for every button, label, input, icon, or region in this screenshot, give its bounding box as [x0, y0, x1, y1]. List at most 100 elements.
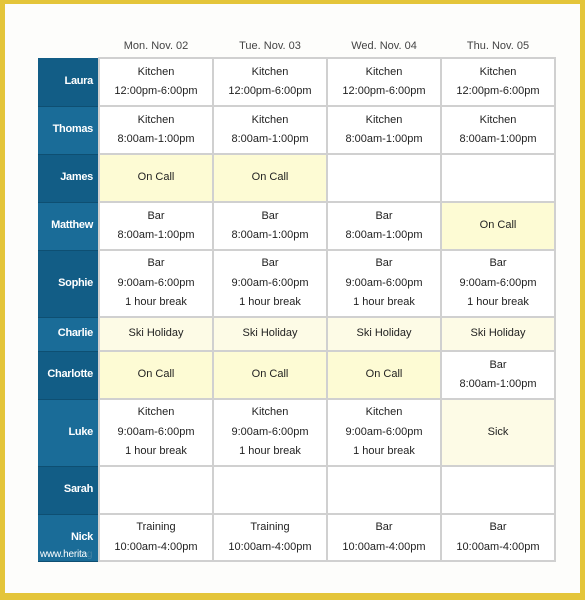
table-row: Luke Kitchen 9:00am-6:00pm 1 hour break Kitc…: [38, 398, 556, 467]
shift-line: Bar: [375, 209, 393, 222]
shift-line: Kitchen: [479, 65, 517, 78]
shift-line: 12:00pm-6:00pm: [456, 85, 540, 97]
shift-line: On Call: [479, 219, 517, 232]
shift-line: Training: [136, 521, 176, 533]
shift-cell[interactable]: On Call: [212, 153, 328, 203]
shift-line: Ski Holiday: [242, 327, 298, 340]
shift-cell[interactable]: [98, 465, 214, 515]
table-row: James On Call On Call: [38, 153, 556, 203]
shift-line: 1 hour break: [239, 445, 301, 458]
shift-line: Kitchen: [365, 65, 403, 78]
shift-line: Kitchen: [137, 113, 175, 126]
employee-name: Charlie: [38, 317, 99, 352]
shift-line: Kitchen: [365, 406, 403, 419]
shift-cell[interactable]: Kitchen 9:00am-6:00pm 1 hour break: [212, 398, 328, 467]
employee-name: Luke: [38, 399, 99, 467]
shift-cell[interactable]: Ski Holiday: [440, 316, 556, 352]
shift-cell[interactable]: Kitchen 9:00am-6:00pm 1 hour break: [98, 398, 214, 467]
shift-line: 9:00am-6:00pm: [117, 276, 195, 289]
shift-line: Kitchen: [251, 406, 289, 419]
shift-cell[interactable]: Kitchen 12:00pm-6:00pm: [98, 57, 214, 107]
shift-line: 8:00am-1:00pm: [117, 229, 195, 241]
shift-line: 1 hour break: [353, 296, 415, 309]
shift-line: 1 hour break: [353, 445, 415, 458]
table-row: Charlotte On Call On Call On Call Bar 8:00am-…: [38, 350, 556, 400]
shift-line: 10:00am-4:00pm: [114, 540, 198, 553]
shift-cell[interactable]: Bar 10:00am-4:00pm: [326, 513, 442, 562]
shift-line: Kitchen: [137, 406, 175, 419]
table-row: Thomas Kitchen 8:00am-1:00pm Kitchen 8:00am-…: [38, 105, 556, 155]
shift-line: 8:00am-1:00pm: [459, 133, 537, 145]
day-header: Wed. Nov. 04: [351, 40, 417, 52]
table-row: Nick Training 10:00am-4:00pm Training 10:00a…: [38, 513, 556, 562]
shift-cell[interactable]: Bar 8:00am-1:00pm: [212, 201, 328, 251]
shift-line: 8:00am-1:00pm: [459, 378, 537, 390]
employee-name: Charlotte: [38, 351, 99, 400]
shift-cell[interactable]: Kitchen 12:00pm-6:00pm: [326, 57, 442, 107]
shift-cell[interactable]: On Call: [326, 350, 442, 400]
shift-cell[interactable]: [326, 465, 442, 515]
shift-line: 1 hour break: [125, 296, 187, 309]
shift-line: 9:00am-6:00pm: [231, 425, 309, 438]
shift-cell[interactable]: [440, 153, 556, 203]
shift-cell[interactable]: Kitchen 8:00am-1:00pm: [212, 105, 328, 155]
shift-line: Bar: [147, 209, 165, 222]
shift-cell[interactable]: Kitchen 9:00am-6:00pm 1 hour break: [326, 398, 442, 467]
shift-cell[interactable]: Ski Holiday: [326, 316, 442, 352]
shift-cell[interactable]: Kitchen 12:00pm-6:00pm: [212, 57, 328, 107]
shift-line: On Call: [137, 171, 175, 184]
shift-line: 8:00am-1:00pm: [345, 133, 423, 145]
shift-line: Bar: [375, 257, 393, 270]
day-header: Mon. Nov. 02: [123, 40, 189, 52]
shift-cell[interactable]: Bar 8:00am-1:00pm: [326, 201, 442, 251]
shift-cell[interactable]: Bar 9:00am-6:00pm 1 hour break: [98, 249, 214, 318]
shift-line: 1 hour break: [467, 296, 529, 309]
shift-line: 9:00am-6:00pm: [345, 425, 423, 438]
shift-cell[interactable]: Bar 8:00am-1:00pm: [98, 201, 214, 251]
table-row: Matthew Bar 8:00am-1:00pm Bar 8:00am-1:00pm B…: [38, 201, 556, 251]
shift-line: 10:00am-4:00pm: [456, 540, 540, 553]
shift-line: 8:00am-1:00pm: [345, 229, 423, 241]
shift-cell[interactable]: Ski Holiday: [212, 316, 328, 352]
shift-line: 12:00pm-6:00pm: [342, 85, 426, 97]
shift-cell[interactable]: On Call: [98, 153, 214, 203]
employee-name: Sophie: [38, 250, 99, 318]
shift-line: Kitchen: [137, 65, 175, 78]
shift-cell[interactable]: Training 10:00am-4:00pm: [212, 513, 328, 562]
shift-line: Training: [250, 521, 290, 533]
table-row: Sarah: [38, 465, 556, 515]
shift-cell[interactable]: Ski Holiday: [98, 316, 214, 352]
shift-cell[interactable]: Sick: [440, 398, 556, 467]
shift-cell[interactable]: [440, 465, 556, 515]
shift-cell[interactable]: Training 10:00am-4:00pm: [98, 513, 214, 562]
watermark: www.heritag: [40, 549, 93, 560]
shift-cell[interactable]: Kitchen 8:00am-1:00pm: [98, 105, 214, 155]
shift-line: 8:00am-1:00pm: [117, 133, 195, 145]
shift-cell[interactable]: Bar 9:00am-6:00pm 1 hour break: [440, 249, 556, 318]
shift-line: 1 hour break: [125, 445, 187, 458]
shift-cell[interactable]: Bar 9:00am-6:00pm 1 hour break: [212, 249, 328, 318]
shift-line: Bar: [489, 521, 507, 533]
employee-name: Thomas: [38, 106, 99, 155]
shift-line: 8:00am-1:00pm: [231, 229, 309, 241]
shift-line: 10:00am-4:00pm: [228, 540, 312, 553]
shift-cell[interactable]: [326, 153, 442, 203]
shift-cell[interactable]: Bar 9:00am-6:00pm 1 hour break: [326, 249, 442, 318]
shift-line: Bar: [147, 257, 165, 270]
shift-line: Bar: [489, 257, 507, 270]
employee-name: James: [38, 154, 99, 203]
shift-cell[interactable]: On Call: [440, 201, 556, 251]
shift-cell[interactable]: Kitchen 8:00am-1:00pm: [440, 105, 556, 155]
table-row: Sophie Bar 9:00am-6:00pm 1 hour break Bar 9:0…: [38, 249, 556, 318]
shift-cell[interactable]: Kitchen 12:00pm-6:00pm: [440, 57, 556, 107]
shift-cell[interactable]: [212, 465, 328, 515]
schedule-table: Laura Kitchen 12:00pm-6:00pm Kitchen 12:00pm…: [38, 57, 556, 562]
shift-cell[interactable]: Bar 10:00am-4:00pm: [440, 513, 556, 562]
shift-cell[interactable]: Kitchen 8:00am-1:00pm: [326, 105, 442, 155]
shift-line: On Call: [137, 368, 175, 381]
shift-line: Ski Holiday: [356, 327, 412, 340]
table-row: Laura Kitchen 12:00pm-6:00pm Kitchen 12:00pm…: [38, 57, 556, 107]
shift-cell[interactable]: On Call: [98, 350, 214, 400]
shift-cell[interactable]: On Call: [212, 350, 328, 400]
shift-cell[interactable]: Bar 8:00am-1:00pm: [440, 350, 556, 400]
